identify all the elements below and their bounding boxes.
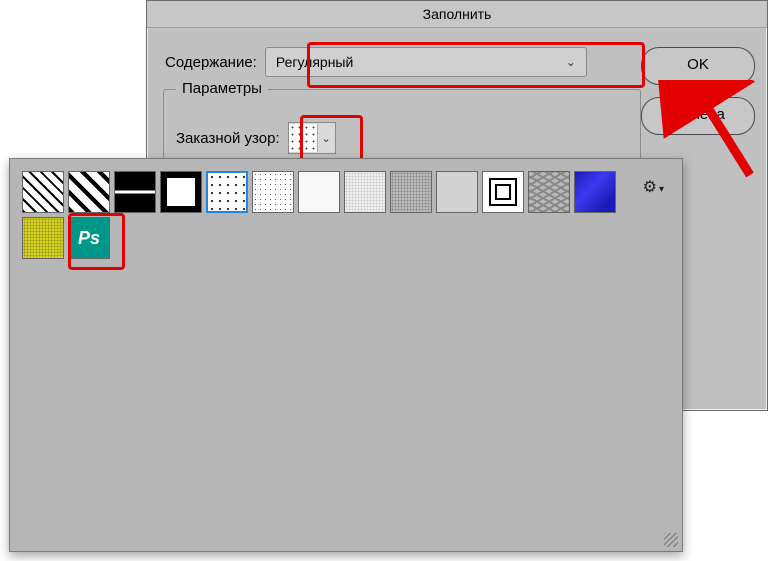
pattern-swatch-frame[interactable] xyxy=(160,171,202,213)
pattern-swatch-small-dots[interactable] xyxy=(252,171,294,213)
pattern-swatch-dots[interactable] xyxy=(206,171,248,213)
pattern-picker[interactable]: ⌄ xyxy=(288,122,336,154)
pattern-swatch-white[interactable] xyxy=(298,171,340,213)
ok-button[interactable]: OK xyxy=(641,47,755,85)
pattern-swatch-concentric[interactable] xyxy=(482,171,524,213)
resize-handle-icon[interactable] xyxy=(664,533,678,547)
pattern-swatch-yellow[interactable] xyxy=(22,217,64,259)
cancel-button[interactable]: Отмена xyxy=(641,97,755,135)
pattern-panel: ⚙▾ Ps xyxy=(9,158,683,552)
pattern-row: Заказной узор: ⌄ xyxy=(176,122,336,154)
pattern-swatch-ps-logo[interactable]: Ps xyxy=(68,217,110,259)
pattern-thumb xyxy=(289,124,318,152)
pattern-swatch-h-stripe[interactable] xyxy=(114,171,156,213)
pattern-swatch-blue[interactable] xyxy=(574,171,616,213)
content-value: Регулярный xyxy=(276,54,353,70)
pattern-swatch-diag-thick[interactable] xyxy=(68,171,110,213)
pattern-swatch-light-noise[interactable] xyxy=(344,171,386,213)
pattern-swatch-diag-thin[interactable] xyxy=(22,171,64,213)
content-row: Содержание: Регулярный ⌄ xyxy=(165,47,587,77)
pattern-swatch-gray-noise[interactable] xyxy=(390,171,432,213)
pattern-swatch-light-gray[interactable] xyxy=(436,171,478,213)
fieldset-legend: Параметры xyxy=(176,80,268,97)
content-label: Содержание: xyxy=(165,54,257,71)
chevron-down-icon: ⌄ xyxy=(318,132,335,145)
content-select[interactable]: Регулярный ⌄ xyxy=(265,47,587,77)
pattern-swatch-wavy[interactable] xyxy=(528,171,570,213)
chevron-down-icon: ⌄ xyxy=(566,55,576,69)
pattern-grid: Ps xyxy=(20,169,660,261)
pattern-label: Заказной узор: xyxy=(176,130,280,147)
dialog-title: Заполнить xyxy=(147,1,767,28)
